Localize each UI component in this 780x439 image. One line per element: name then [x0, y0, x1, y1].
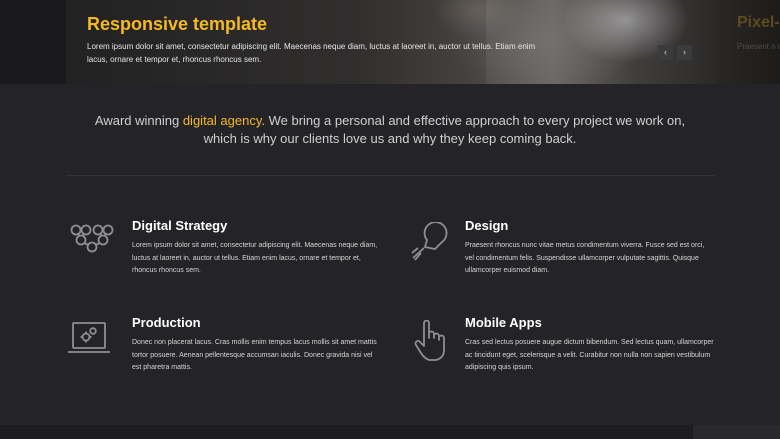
intro-line-2: which is why our clients love us and why…: [203, 131, 577, 146]
section-divider: [66, 175, 715, 176]
hero-slider: Responsive template Lorem ipsum dolor si…: [0, 0, 780, 84]
hand-pointer-icon: [414, 320, 445, 361]
intro-statement: Award winning digital agency. We bring a…: [0, 112, 780, 148]
next-slide-title: Pixel-: [737, 14, 780, 31]
lightbulb-icon: [411, 222, 448, 261]
service-title: Production: [132, 315, 201, 330]
network-icon: [70, 224, 114, 253]
intro-text-after: . We bring a personal and effective appr…: [261, 113, 686, 128]
next-slide-button[interactable]: ›: [677, 45, 692, 60]
intro-text-before: Award winning: [94, 113, 183, 128]
laptop-gears-icon: [68, 322, 110, 353]
prev-slide-button[interactable]: ‹: [658, 45, 673, 60]
service-description: Praesent rhoncus nunc vitae metus condim…: [465, 242, 705, 274]
intro-line-1: Award winning digital agency. We bring a…: [0, 112, 780, 130]
hero-title: Responsive template: [87, 14, 268, 34]
footer-bar: [0, 425, 780, 439]
service-description: Cras sed lectus posuere augue dictum bib…: [465, 339, 714, 371]
service-title: Digital Strategy: [132, 218, 228, 233]
service-description: Donec non placerat lacus. Cras mollis en…: [132, 339, 377, 371]
intro-highlight-link[interactable]: digital agency: [183, 113, 262, 128]
hero-text: Lorem ipsum dolor sit amet, consectetur …: [87, 42, 536, 64]
next-slide-text: Praesent n ullamcorper: [737, 42, 780, 51]
footer-tab: [693, 425, 780, 439]
service-description: Lorem ipsum dolor sit amet, consectetur …: [132, 242, 378, 274]
service-title: Mobile Apps: [465, 315, 542, 330]
service-title: Design: [465, 218, 509, 233]
